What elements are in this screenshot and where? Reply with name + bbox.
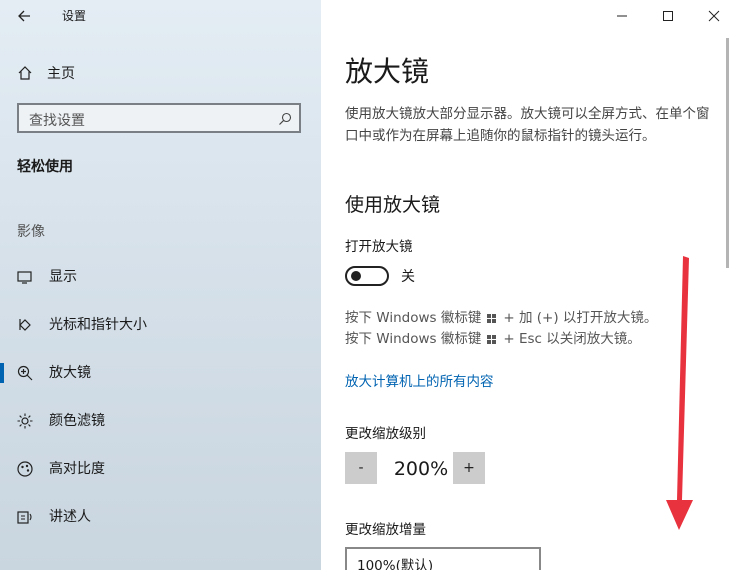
zoom-level-value: 200% xyxy=(393,458,449,480)
display-icon xyxy=(17,271,32,284)
magnifier-icon xyxy=(17,365,33,381)
close-button[interactable] xyxy=(691,0,737,32)
color-filter-icon xyxy=(17,413,33,429)
windows-logo-icon xyxy=(487,334,497,345)
search-icon[interactable] xyxy=(277,111,293,127)
page-description: 使用放大镜放大部分显示器。放大镜可以全屏方式、在单个窗口中或作为在屏幕上追随你的… xyxy=(345,106,710,144)
hint-line1-suffix: + 加 (+) 以打开放大镜。 xyxy=(503,310,658,326)
maximize-icon xyxy=(663,11,673,21)
zoom-increment-dropdown[interactable]: 100%(默认) xyxy=(345,547,541,570)
toggle-state: 关 xyxy=(401,269,415,285)
magnifier-toggle[interactable] xyxy=(345,266,389,286)
minimize-button[interactable] xyxy=(599,0,645,32)
scrollbar[interactable] xyxy=(726,38,729,268)
app-title: 设置 xyxy=(62,9,87,23)
windows-logo-icon xyxy=(487,313,497,324)
annotation-arrow-icon xyxy=(666,256,693,530)
sidebar: 设置 主页 查找设置 轻松使用 影像 显示 光标和指针大小 放大镜 颜色滤镜 高… xyxy=(0,0,321,570)
sidebar-item-label: 放大镜 xyxy=(49,365,91,381)
sidebar-item-narrator[interactable]: 讲述人 xyxy=(0,497,321,537)
group-label: 影像 xyxy=(17,224,45,240)
hint-line1-prefix: 按下 Windows 徽标键 xyxy=(345,310,482,326)
home-label: 主页 xyxy=(47,66,75,82)
hint-line2-prefix: 按下 Windows 徽标键 xyxy=(345,331,482,347)
section-label: 轻松使用 xyxy=(17,159,73,175)
sidebar-item-magnifier[interactable]: 放大镜 xyxy=(0,353,321,393)
zoom-out-button[interactable]: - xyxy=(345,452,377,484)
zoom-increment-label: 更改缩放增量 xyxy=(345,522,426,538)
sidebar-item-high-contrast[interactable]: 高对比度 xyxy=(0,449,321,489)
zoom-increment-value: 100%(默认) xyxy=(357,558,434,570)
high-contrast-icon xyxy=(17,461,33,477)
narrator-icon xyxy=(17,511,32,524)
cursor-icon xyxy=(19,319,31,331)
minimize-icon xyxy=(617,15,627,17)
search-box[interactable]: 查找设置 xyxy=(17,103,301,133)
selection-indicator xyxy=(0,363,4,383)
sidebar-item-label: 颜色滤镜 xyxy=(49,413,105,429)
section-heading: 使用放大镜 xyxy=(345,194,441,216)
search-placeholder[interactable]: 查找设置 xyxy=(29,110,85,130)
back-button[interactable] xyxy=(12,4,36,28)
sidebar-item-color-filter[interactable]: 颜色滤镜 xyxy=(0,401,321,441)
sidebar-item-label: 光标和指针大小 xyxy=(49,317,147,333)
sidebar-item-display[interactable]: 显示 xyxy=(0,257,321,297)
page-title: 放大镜 xyxy=(345,55,430,88)
sidebar-item-label: 显示 xyxy=(49,269,77,285)
zoom-level-label: 更改缩放级别 xyxy=(345,426,426,442)
hint-line2-suffix: + Esc 以关闭放大镜。 xyxy=(503,331,641,347)
shortcut-hint: 按下 Windows 徽标键 + 加 (+) 以打开放大镜。 按下 Window… xyxy=(345,308,657,350)
home-nav-item[interactable]: 主页 xyxy=(17,62,75,84)
zoom-in-button[interactable]: + xyxy=(453,452,485,484)
back-arrow-icon xyxy=(18,10,30,22)
zoom-everything-link[interactable]: 放大计算机上的所有内容 xyxy=(345,372,494,392)
sidebar-item-label: 讲述人 xyxy=(49,509,91,525)
sidebar-item-cursor[interactable]: 光标和指针大小 xyxy=(0,305,321,345)
home-icon xyxy=(18,66,32,80)
toggle-knob xyxy=(351,271,361,281)
sidebar-item-label: 高对比度 xyxy=(49,461,105,477)
toggle-label: 打开放大镜 xyxy=(345,239,413,255)
maximize-button[interactable] xyxy=(645,0,691,32)
close-icon xyxy=(708,10,720,22)
